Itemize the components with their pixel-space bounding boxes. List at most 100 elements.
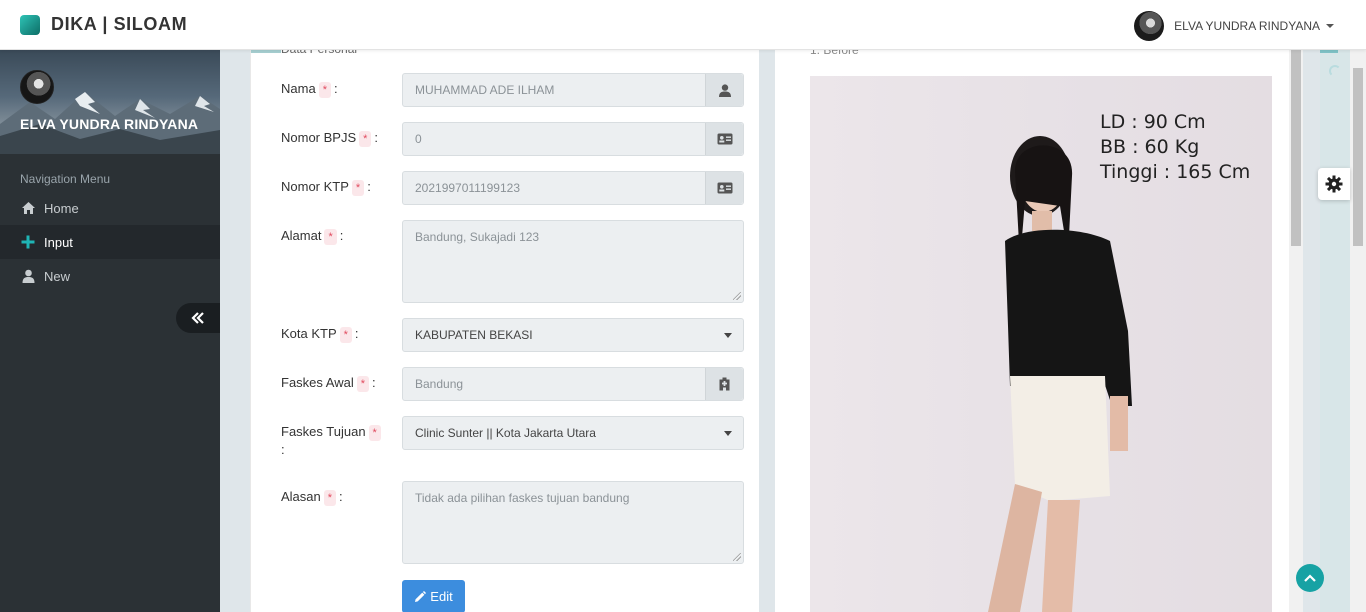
- avatar: [20, 70, 54, 104]
- required-mark: *: [323, 490, 337, 506]
- plus-icon: [20, 234, 36, 250]
- required-mark: *: [339, 327, 352, 343]
- label-colon: :: [367, 179, 371, 194]
- before-photo-card: 1. Before LD : 90 Cm BB : 60 Kg Tinggi :…: [775, 43, 1303, 612]
- collapse-sidebar-button[interactable]: [176, 303, 220, 333]
- pencil-icon: [415, 590, 427, 602]
- page-scrollbar[interactable]: [1350, 50, 1366, 612]
- required-mark: *: [359, 131, 372, 147]
- label-colon: :: [281, 442, 285, 457]
- user-name: ELVA YUNDRA RINDYANA: [1174, 19, 1320, 33]
- sidebar-item-new[interactable]: New: [0, 259, 220, 293]
- alasan-label: Alasan *:: [281, 488, 343, 506]
- sidebar-item-label: New: [44, 268, 71, 284]
- sidebar-item-home[interactable]: Home: [0, 191, 220, 225]
- faskes-awal-label: Faskes Awal *:: [281, 374, 376, 392]
- chevron-down-icon: [1326, 24, 1334, 28]
- panel-scrollbar[interactable]: [1289, 50, 1303, 612]
- alasan-value: Tidak ada pilihan faskes tujuan bandung: [415, 491, 630, 505]
- id-card-icon: [705, 123, 743, 155]
- label-text: Kota KTP: [281, 326, 337, 341]
- photo-text-line: Tinggi : 165 Cm: [1100, 161, 1251, 183]
- label-text: Faskes Awal: [281, 375, 354, 390]
- chevron-down-icon: [724, 333, 732, 338]
- label-colon: :: [339, 489, 343, 504]
- chevron-down-icon: [724, 431, 732, 436]
- user-icon: [705, 74, 743, 106]
- sidebar-item-input[interactable]: Input: [0, 225, 220, 259]
- home-icon: [20, 200, 36, 216]
- faskes-tujuan-value: Clinic Sunter || Kota Jakarta Utara: [415, 426, 596, 440]
- sidebar: ELVA YUNDRA RINDYANA Navigation Menu Hom…: [0, 50, 220, 612]
- resize-handle-icon[interactable]: [733, 553, 741, 561]
- label-text: Nomor KTP: [281, 179, 349, 194]
- faskes-awal-field[interactable]: Bandung: [402, 367, 744, 401]
- label-text: Nomor BPJS: [281, 130, 357, 145]
- ktp-value: 2021997011199123: [415, 181, 520, 195]
- brand[interactable]: DIKA | SILOAM: [20, 14, 187, 35]
- label-text: Nama: [281, 81, 316, 96]
- kota-label: Kota KTP *:: [281, 325, 359, 343]
- label-text: Alasan: [281, 489, 321, 504]
- sidebar-profile-name: ELVA YUNDRA RINDYANA: [20, 116, 199, 132]
- kota-select[interactable]: KABUPATEN BEKASI: [402, 318, 744, 352]
- id-card-icon: [705, 172, 743, 204]
- personal-data-card: Data Personal Nama*: MUHAMMAD ADE ILHAM …: [250, 42, 759, 612]
- avatar: [1134, 11, 1165, 41]
- nav-header: Navigation Menu: [20, 172, 111, 186]
- faskes-tujuan-select[interactable]: Clinic Sunter || Kota Jakarta Utara: [402, 416, 744, 450]
- required-mark: *: [356, 376, 370, 392]
- ktp-field[interactable]: 2021997011199123: [402, 171, 744, 205]
- label-colon: :: [372, 375, 376, 390]
- label-colon: :: [339, 228, 344, 243]
- alamat-textarea[interactable]: Bandung, Sukajadi 123: [402, 220, 744, 303]
- photo-text-line: LD : 90 Cm: [1100, 111, 1206, 133]
- double-chevron-left-icon: [191, 312, 204, 324]
- label-colon: :: [374, 130, 379, 145]
- sidebar-item-label: Input: [44, 234, 73, 250]
- chevron-up-icon: [1304, 574, 1316, 582]
- card-accent: [251, 50, 281, 53]
- photo-caption: LD : 90 Cm BB : 60 Kg Tinggi : 165 Cm: [1100, 110, 1250, 185]
- alamat-label: Alamat *:: [281, 227, 343, 245]
- settings-button[interactable]: [1318, 168, 1350, 200]
- nama-label: Nama *:: [281, 80, 338, 98]
- scrollbar-thumb[interactable]: [1291, 50, 1301, 246]
- hospital-icon: [705, 368, 743, 400]
- top-navbar: DIKA | SILOAM ELVA YUNDRA RINDYANA: [0, 0, 1366, 50]
- user-icon: [20, 268, 36, 284]
- resize-handle-icon[interactable]: [733, 292, 741, 300]
- faskes-awal-value: Bandung: [415, 377, 464, 391]
- gear-icon: [1325, 175, 1343, 193]
- required-mark: *: [324, 229, 337, 245]
- faskes-tujuan-label: Faskes Tujuan *:: [281, 423, 384, 459]
- required-mark: *: [351, 180, 365, 196]
- bpjs-label: Nomor BPJS *:: [281, 129, 378, 147]
- photo-text-line: BB : 60 Kg: [1100, 136, 1200, 158]
- user-menu[interactable]: ELVA YUNDRA RINDYANA: [1134, 11, 1334, 41]
- rail-accent: [1320, 50, 1338, 53]
- sidebar-profile: ELVA YUNDRA RINDYANA: [0, 50, 220, 154]
- brand-name: DIKA | SILOAM: [51, 14, 188, 34]
- label-text: Alamat: [281, 228, 322, 243]
- scroll-to-top-button[interactable]: [1296, 564, 1324, 592]
- right-rail: [1320, 50, 1350, 612]
- label-colon: :: [354, 326, 359, 341]
- nav-menu: Home Input New: [0, 191, 220, 293]
- required-mark: *: [318, 82, 331, 98]
- brand-logo-icon: [20, 14, 40, 35]
- kota-value: KABUPATEN BEKASI: [415, 328, 533, 342]
- main-content: Data Personal Nama*: MUHAMMAD ADE ILHAM …: [220, 42, 1320, 612]
- nama-value: MUHAMMAD ADE ILHAM: [415, 83, 555, 97]
- before-photo: LD : 90 Cm BB : 60 Kg Tinggi : 165 Cm: [810, 76, 1272, 612]
- scrollbar-thumb[interactable]: [1353, 68, 1363, 246]
- ktp-label: Nomor KTP *:: [281, 178, 371, 196]
- edit-button[interactable]: Edit: [402, 580, 465, 612]
- nama-field[interactable]: MUHAMMAD ADE ILHAM: [402, 73, 744, 107]
- alamat-value: Bandung, Sukajadi 123: [415, 230, 540, 244]
- alasan-textarea[interactable]: Tidak ada pilihan faskes tujuan bandung: [402, 481, 744, 564]
- label-text: Faskes Tujuan: [281, 424, 366, 439]
- bpjs-value: 0: [415, 132, 422, 146]
- bpjs-field[interactable]: 0: [402, 122, 744, 156]
- edit-label: Edit: [430, 589, 453, 604]
